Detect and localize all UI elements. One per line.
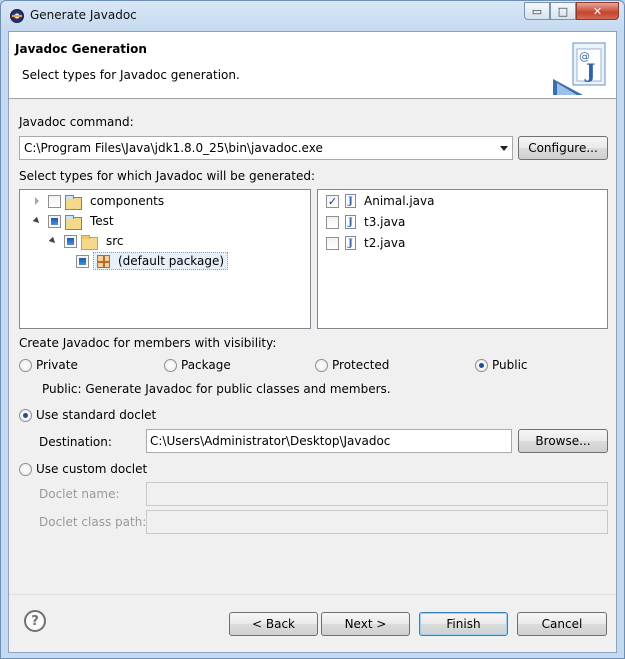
tree-item-label: components — [90, 194, 165, 208]
radio-label: Protected — [332, 358, 390, 372]
list-item-label: Animal.java — [364, 194, 435, 208]
javadoc-command-combo[interactable]: C:\Program Files\Java\jdk1.8.0_25\bin\ja… — [19, 136, 513, 160]
tree-item-test[interactable]: Test — [32, 211, 114, 231]
next-button[interactable]: Next > — [321, 612, 410, 636]
radio-public[interactable]: Public — [475, 358, 528, 372]
list-item-animal[interactable]: J Animal.java — [320, 191, 434, 211]
dropdown-arrow-icon[interactable] — [496, 137, 512, 159]
radio-label: Private — [36, 358, 78, 372]
tree-item-label: (default package) — [118, 254, 225, 268]
type-list[interactable]: J Animal.java J t3.java J t2.java — [317, 189, 608, 329]
doclet-classpath-field[interactable] — [146, 510, 608, 534]
tree-checkbox[interactable] — [48, 194, 61, 208]
configure-button[interactable]: Configure... — [518, 136, 608, 160]
visibility-description: Public: Generate Javadoc for public clas… — [42, 382, 391, 396]
radio-circle[interactable] — [19, 358, 32, 372]
tree-checkbox[interactable] — [48, 214, 61, 228]
tree-item-src[interactable]: src — [48, 231, 124, 251]
radio-circle[interactable] — [315, 358, 328, 372]
list-checkbox[interactable] — [326, 215, 339, 229]
project-folder-icon — [65, 194, 82, 210]
browse-button[interactable]: Browse... — [518, 429, 608, 453]
destination-label: Destination: — [39, 435, 112, 449]
tree-checkbox[interactable] — [76, 254, 89, 268]
radio-circle[interactable] — [19, 462, 32, 476]
radio-protected[interactable]: Protected — [315, 358, 389, 372]
list-item-label: t2.java — [364, 236, 406, 250]
eclipse-icon — [10, 9, 24, 23]
svg-text:J: J — [584, 59, 595, 83]
radio-circle[interactable] — [164, 358, 177, 372]
radio-private[interactable]: Private — [19, 358, 78, 372]
radio-label: Public — [492, 358, 528, 372]
radio-label: Use standard doclet — [36, 408, 157, 422]
doclet-name-label: Doclet name: — [39, 487, 120, 501]
radio-circle[interactable] — [475, 358, 488, 372]
list-item-t3[interactable]: J t3.java — [320, 212, 405, 232]
radio-label: Use custom doclet — [36, 462, 148, 476]
cancel-button[interactable]: Cancel — [517, 612, 607, 636]
radio-package[interactable]: Package — [164, 358, 231, 372]
visibility-label: Create Javadoc for members with visibili… — [19, 336, 277, 350]
radio-standard-doclet[interactable]: Use standard doclet — [19, 408, 156, 422]
tree-item-components[interactable]: components — [32, 191, 164, 211]
javadoc-command-label: Javadoc command: — [19, 115, 134, 129]
radio-custom-doclet[interactable]: Use custom doclet — [19, 462, 147, 476]
radio-label: Package — [181, 358, 231, 372]
list-item-t2[interactable]: J t2.java — [320, 233, 405, 253]
expand-arrow-icon[interactable] — [32, 196, 42, 206]
footer-separator — [9, 594, 616, 595]
close-button[interactable]: ✕ — [576, 2, 619, 20]
destination-field[interactable]: C:\Users\Administrator\Desktop\Javadoc — [146, 429, 512, 453]
dialog-window: Generate Javadoc ▭ □ ✕ Javadoc Generatio… — [0, 0, 625, 659]
help-icon[interactable]: ? — [24, 610, 46, 632]
wizard-header: Javadoc Generation Select types for Java… — [9, 32, 616, 99]
dialog-body: Javadoc Generation Select types for Java… — [8, 31, 617, 653]
page-title: Javadoc Generation — [15, 42, 147, 56]
list-checkbox[interactable] — [326, 194, 339, 208]
package-tree[interactable]: components Test src (default package) — [19, 189, 311, 329]
source-folder-icon — [81, 234, 98, 250]
javadoc-command-value: C:\Program Files\Java\jdk1.8.0_25\bin\ja… — [24, 141, 323, 155]
window-controls: ▭ □ ✕ — [524, 2, 619, 20]
java-file-icon: J — [345, 215, 356, 229]
types-label: Select types for which Javadoc will be g… — [19, 169, 315, 183]
back-button[interactable]: < Back — [229, 612, 318, 636]
collapse-arrow-icon[interactable] — [32, 216, 42, 226]
collapse-arrow-icon[interactable] — [48, 236, 58, 246]
tree-checkbox[interactable] — [64, 234, 77, 248]
java-file-icon: J — [345, 236, 356, 250]
minimize-button[interactable]: ▭ — [524, 2, 550, 20]
package-icon — [97, 254, 110, 268]
list-checkbox[interactable] — [326, 236, 339, 250]
radio-circle[interactable] — [19, 408, 32, 422]
javadoc-wizard-icon: @ J — [553, 42, 606, 95]
window-title: Generate Javadoc — [30, 8, 137, 22]
title-bar[interactable]: Generate Javadoc ▭ □ ✕ — [1, 1, 624, 31]
project-folder-icon — [65, 214, 82, 230]
destination-value: C:\Users\Administrator\Desktop\Javadoc — [150, 434, 391, 448]
tree-item-label: src — [106, 234, 124, 248]
maximize-button[interactable]: □ — [550, 2, 576, 20]
finish-button[interactable]: Finish — [419, 612, 508, 636]
doclet-name-field[interactable] — [146, 482, 608, 506]
page-description: Select types for Javadoc generation. — [22, 68, 240, 82]
java-file-icon: J — [345, 194, 356, 208]
tree-item-label: Test — [90, 214, 114, 228]
selected-tree-item[interactable]: (default package) — [93, 252, 229, 270]
tree-item-default-package[interactable]: (default package) — [70, 251, 229, 271]
doclet-classpath-label: Doclet class path: — [39, 515, 147, 529]
list-item-label: t3.java — [364, 215, 406, 229]
